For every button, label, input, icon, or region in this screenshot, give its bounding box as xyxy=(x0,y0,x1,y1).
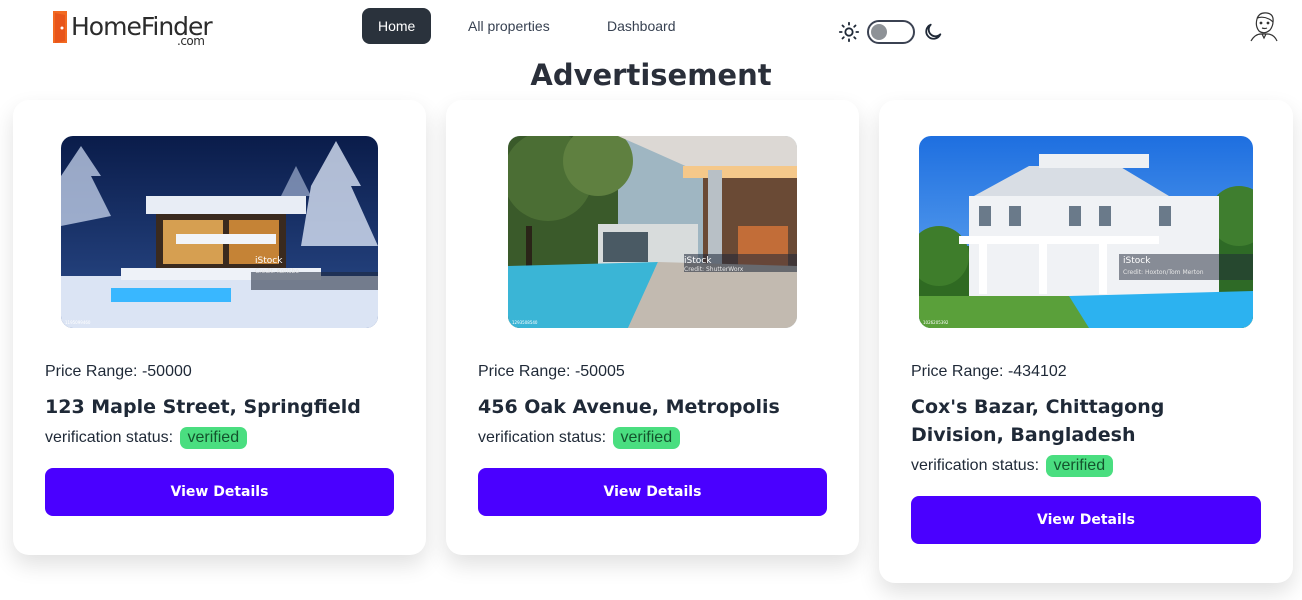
verification-row: verification status: verified xyxy=(45,427,248,449)
image-credit: Credit: Korisbo xyxy=(255,268,299,275)
verification-badge: verified xyxy=(612,427,681,449)
image-watermark: iStock xyxy=(684,256,712,266)
image-watermark: iStock xyxy=(1123,256,1151,266)
property-card: iStock Credit: Hoxton/Tom Merton 1026205… xyxy=(879,100,1293,583)
theme-switch[interactable] xyxy=(867,20,915,44)
property-card: iStock Credit: Korisbo 1195099460 Price … xyxy=(13,100,426,555)
moon-icon xyxy=(925,23,942,40)
navbar: HomeFinder .com Home All properties Dash… xyxy=(0,0,1302,56)
verification-label: verification status: xyxy=(45,429,174,446)
image-id: 1195099460 xyxy=(65,320,91,325)
verification-label: verification status: xyxy=(478,429,607,446)
view-details-button[interactable]: View Details xyxy=(45,468,394,516)
property-card: iStock Credit: ShutterWorx 1293508540 Pr… xyxy=(446,100,859,555)
price-range: Price Range: -434102 xyxy=(911,363,1067,380)
price-range: Price Range: -50000 xyxy=(45,363,192,380)
theme-switch-knob xyxy=(871,24,887,40)
verification-row: verification status: verified xyxy=(911,455,1114,477)
verification-badge: verified xyxy=(179,427,248,449)
theme-toggle[interactable] xyxy=(838,18,944,46)
image-credit: Credit: ShutterWorx xyxy=(684,266,744,273)
verification-label: verification status: xyxy=(911,457,1040,474)
brand-domain: .com xyxy=(177,34,205,48)
image-watermark: iStock xyxy=(255,256,283,266)
property-address: 123 Maple Street, Springfield xyxy=(45,396,361,418)
property-image: iStock Credit: ShutterWorx 1293508540 xyxy=(508,136,797,328)
verification-badge: verified xyxy=(1045,455,1114,477)
property-address: Cox's Bazar, Chittagong Division, Bangla… xyxy=(911,396,1165,446)
logo[interactable]: HomeFinder .com xyxy=(53,10,223,48)
nav-link-home[interactable]: Home xyxy=(362,8,432,44)
section-title: Advertisement xyxy=(530,58,772,92)
user-avatar-icon[interactable] xyxy=(1247,10,1281,42)
property-address: 456 Oak Avenue, Metropolis xyxy=(478,396,780,418)
image-id: 1293508540 xyxy=(512,320,538,325)
image-credit: Credit: Hoxton/Tom Merton xyxy=(1123,269,1204,276)
image-id: 1026205392 xyxy=(923,320,949,325)
nav-link-dashboard[interactable]: Dashboard xyxy=(607,8,676,44)
property-image: iStock Credit: Korisbo 1195099460 xyxy=(61,136,378,328)
sun-icon xyxy=(838,21,860,43)
verification-row: verification status: verified xyxy=(478,427,681,449)
price-range: Price Range: -50005 xyxy=(478,363,625,380)
view-details-button[interactable]: View Details xyxy=(478,468,827,516)
view-details-button[interactable]: View Details xyxy=(911,496,1261,544)
nav-link-all-properties[interactable]: All properties xyxy=(468,8,550,44)
property-image: iStock Credit: Hoxton/Tom Merton 1026205… xyxy=(919,136,1253,328)
